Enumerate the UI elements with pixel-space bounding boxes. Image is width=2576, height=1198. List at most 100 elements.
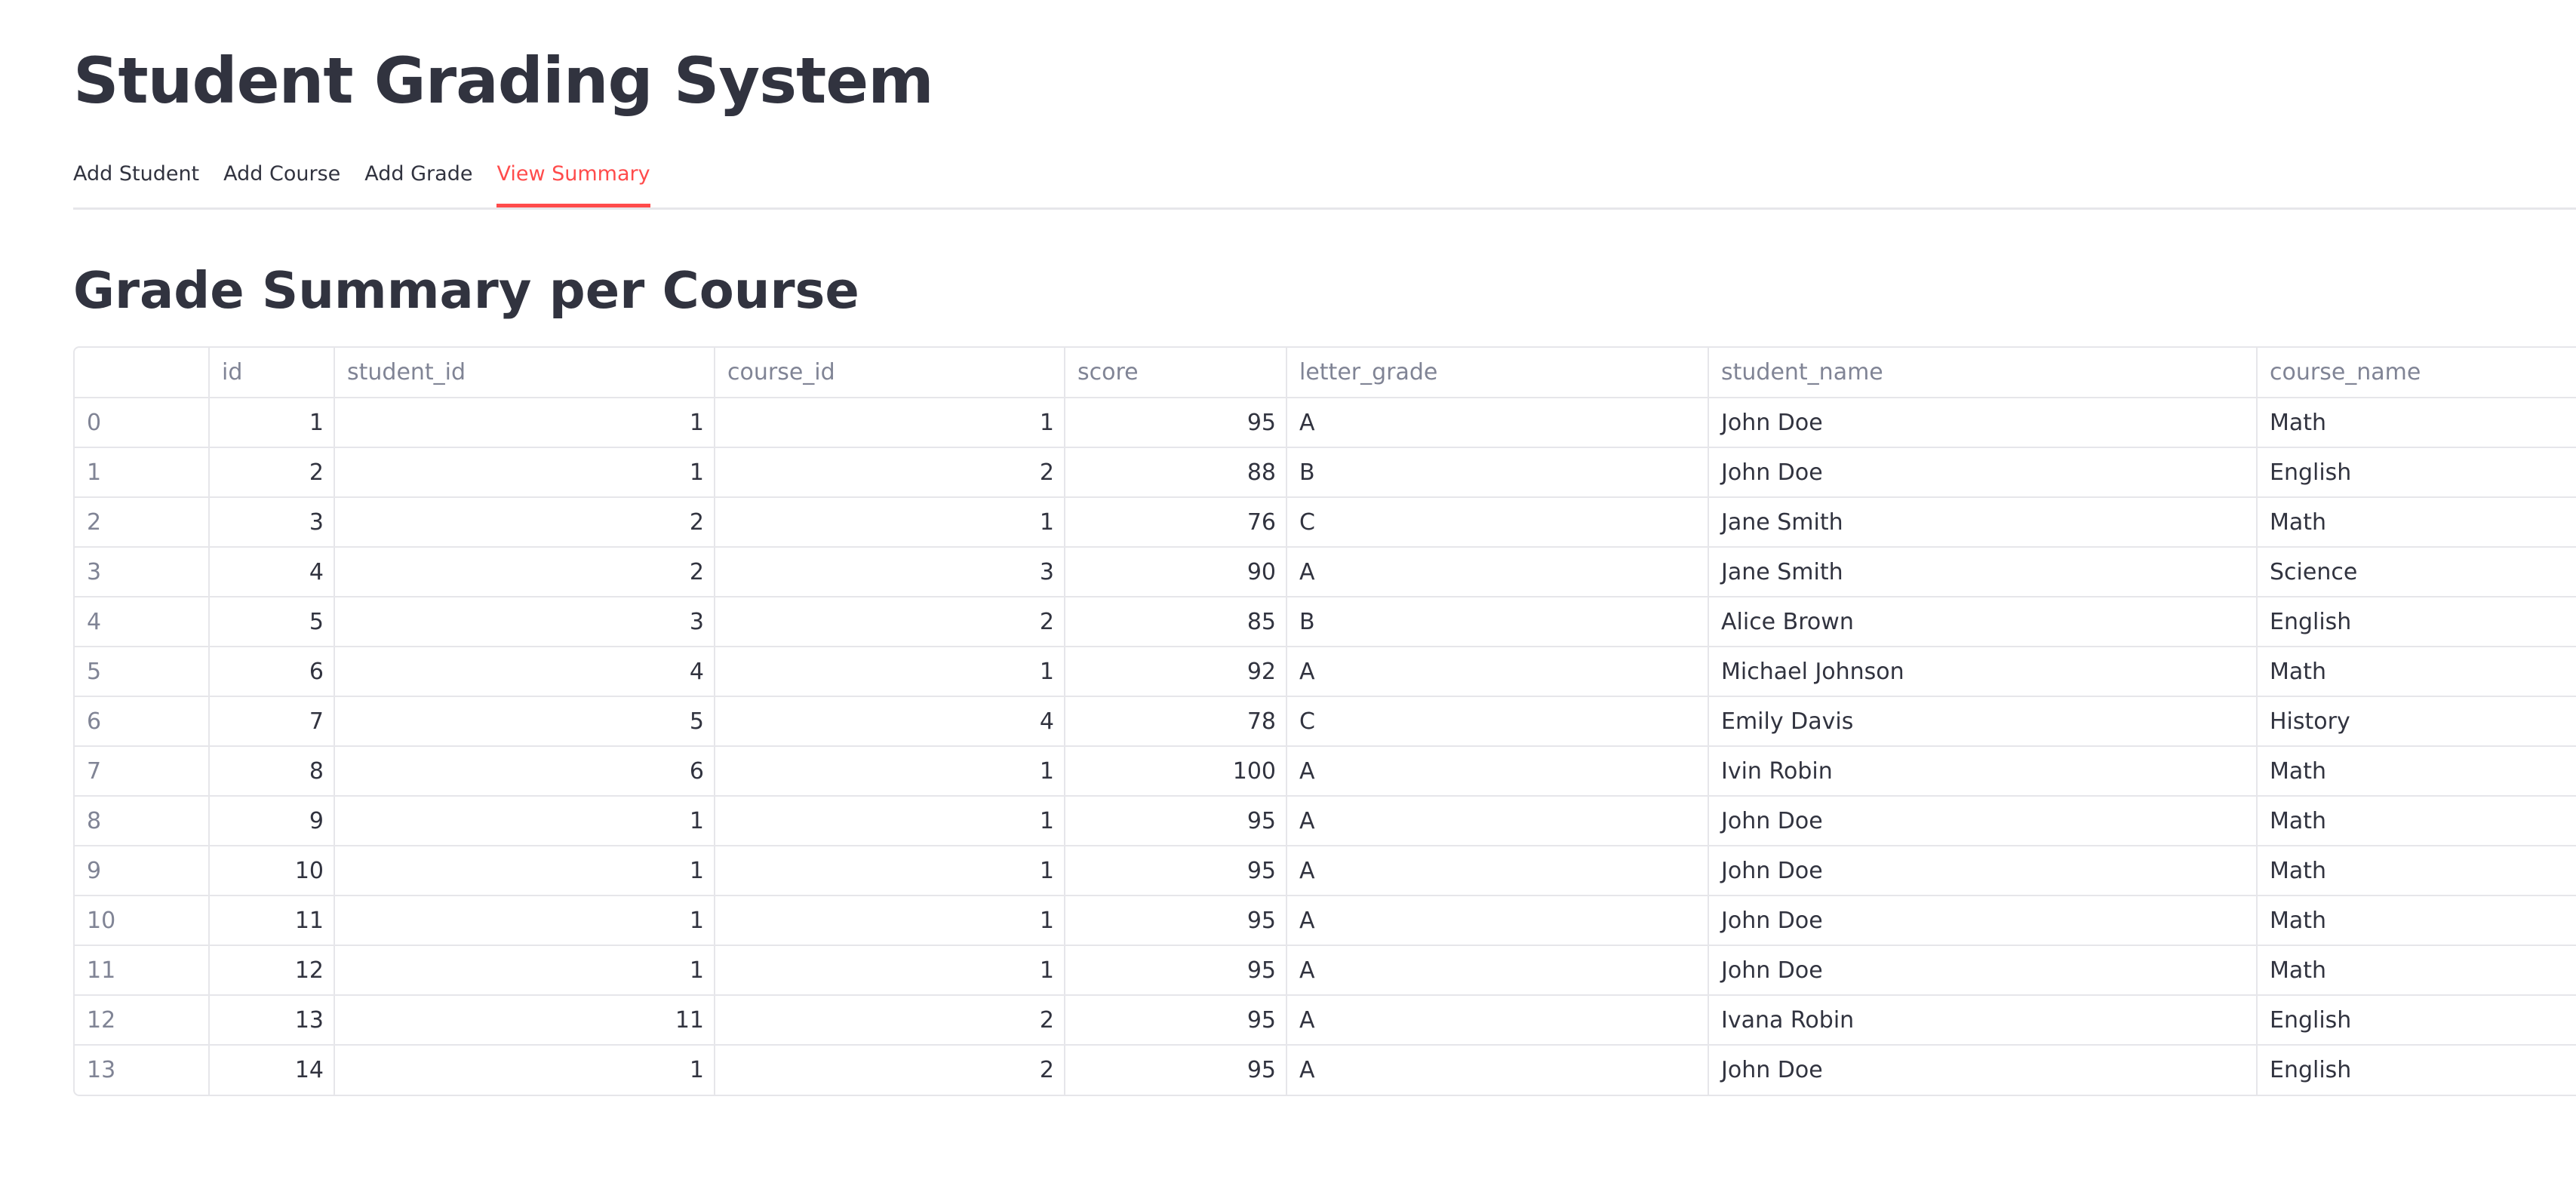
cell-course-name[interactable]: Math xyxy=(2257,647,2576,697)
cell-course-id[interactable]: 2 xyxy=(715,1045,1065,1095)
cell-letter-grade[interactable]: A xyxy=(1286,846,1709,896)
cell-course-id[interactable]: 2 xyxy=(715,447,1065,498)
cell-score[interactable]: 95 xyxy=(1065,398,1287,448)
cell-course-name[interactable]: English xyxy=(2257,597,2576,647)
cell-course-id[interactable]: 1 xyxy=(715,796,1065,846)
cell-student-id[interactable]: 2 xyxy=(334,497,715,548)
cell-letter-grade[interactable]: A xyxy=(1286,796,1709,846)
cell-student-id[interactable]: 5 xyxy=(334,696,715,747)
cell-score[interactable]: 95 xyxy=(1065,846,1287,896)
cell-student-name[interactable]: Jane Smith xyxy=(1708,497,2258,548)
cell-letter-grade[interactable]: A xyxy=(1286,746,1709,797)
cell-student-id[interactable]: 1 xyxy=(334,796,715,846)
cell-student-name[interactable]: Alice Brown xyxy=(1708,597,2258,647)
column-header-student-id[interactable]: student_id xyxy=(334,348,715,398)
cell-letter-grade[interactable]: A xyxy=(1286,547,1709,597)
cell-course-name[interactable]: Math xyxy=(2257,846,2576,896)
cell-student-name[interactable]: John Doe xyxy=(1708,796,2258,846)
cell-course-name[interactable]: Science xyxy=(2257,547,2576,597)
cell-course-id[interactable]: 2 xyxy=(715,597,1065,647)
column-header-course-name[interactable]: course_name xyxy=(2257,348,2576,398)
cell-score[interactable]: 95 xyxy=(1065,1045,1287,1095)
cell-id[interactable]: 4 xyxy=(209,547,335,597)
row-index[interactable]: 10 xyxy=(75,895,210,946)
cell-student-name[interactable]: John Doe xyxy=(1708,447,2258,498)
cell-student-name[interactable]: John Doe xyxy=(1708,846,2258,896)
cell-student-id[interactable]: 11 xyxy=(334,995,715,1046)
cell-id[interactable]: 10 xyxy=(209,846,335,896)
cell-course-name[interactable]: Math xyxy=(2257,497,2576,548)
cell-id[interactable]: 6 xyxy=(209,647,335,697)
cell-course-id[interactable]: 1 xyxy=(715,647,1065,697)
cell-course-id[interactable]: 1 xyxy=(715,846,1065,896)
column-header-id[interactable]: id xyxy=(209,348,335,398)
row-index[interactable]: 7 xyxy=(75,746,210,797)
cell-score[interactable]: 100 xyxy=(1065,746,1287,797)
cell-course-name[interactable]: English xyxy=(2257,995,2576,1046)
row-index[interactable]: 8 xyxy=(75,796,210,846)
cell-student-id[interactable]: 1 xyxy=(334,1045,715,1095)
cell-student-id[interactable]: 6 xyxy=(334,746,715,797)
cell-student-name[interactable]: Jane Smith xyxy=(1708,547,2258,597)
cell-student-name[interactable]: Ivin Robin xyxy=(1708,746,2258,797)
cell-score[interactable]: 85 xyxy=(1065,597,1287,647)
row-index[interactable]: 0 xyxy=(75,398,210,448)
cell-course-name[interactable]: Math xyxy=(2257,895,2576,946)
cell-course-name[interactable]: English xyxy=(2257,447,2576,498)
cell-id[interactable]: 7 xyxy=(209,696,335,747)
cell-letter-grade[interactable]: B xyxy=(1286,597,1709,647)
cell-score[interactable]: 95 xyxy=(1065,995,1287,1046)
row-index[interactable]: 1 xyxy=(75,447,210,498)
cell-course-name[interactable]: Math xyxy=(2257,796,2576,846)
cell-score[interactable]: 90 xyxy=(1065,547,1287,597)
cell-course-name[interactable]: Math xyxy=(2257,398,2576,448)
cell-student-id[interactable]: 1 xyxy=(334,945,715,996)
cell-course-id[interactable]: 1 xyxy=(715,895,1065,946)
cell-score[interactable]: 88 xyxy=(1065,447,1287,498)
row-index[interactable]: 4 xyxy=(75,597,210,647)
cell-student-id[interactable]: 4 xyxy=(334,647,715,697)
cell-course-id[interactable]: 1 xyxy=(715,746,1065,797)
cell-id[interactable]: 8 xyxy=(209,746,335,797)
summary-table-container[interactable]: id student_id course_id score letter_gra… xyxy=(73,346,2576,1096)
cell-letter-grade[interactable]: C xyxy=(1286,696,1709,747)
cell-id[interactable]: 14 xyxy=(209,1045,335,1095)
cell-student-name[interactable]: Michael Johnson xyxy=(1708,647,2258,697)
cell-course-id[interactable]: 4 xyxy=(715,696,1065,747)
cell-score[interactable]: 95 xyxy=(1065,945,1287,996)
column-header-letter-grade[interactable]: letter_grade xyxy=(1286,348,1709,398)
cell-course-name[interactable]: English xyxy=(2257,1045,2576,1095)
cell-letter-grade[interactable]: A xyxy=(1286,398,1709,448)
column-header-score[interactable]: score xyxy=(1065,348,1287,398)
cell-student-name[interactable]: Ivana Robin xyxy=(1708,995,2258,1046)
cell-student-name[interactable]: John Doe xyxy=(1708,945,2258,996)
cell-letter-grade[interactable]: C xyxy=(1286,497,1709,548)
row-index[interactable]: 12 xyxy=(75,995,210,1046)
cell-id[interactable]: 9 xyxy=(209,796,335,846)
cell-id[interactable]: 1 xyxy=(209,398,335,448)
cell-student-id[interactable]: 1 xyxy=(334,895,715,946)
cell-letter-grade[interactable]: A xyxy=(1286,895,1709,946)
cell-student-name[interactable]: John Doe xyxy=(1708,1045,2258,1095)
cell-id[interactable]: 5 xyxy=(209,597,335,647)
cell-course-id[interactable]: 2 xyxy=(715,995,1065,1046)
cell-score[interactable]: 92 xyxy=(1065,647,1287,697)
cell-score[interactable]: 76 xyxy=(1065,497,1287,548)
cell-letter-grade[interactable]: A xyxy=(1286,1045,1709,1095)
cell-score[interactable]: 95 xyxy=(1065,796,1287,846)
cell-id[interactable]: 13 xyxy=(209,995,335,1046)
cell-student-name[interactable]: John Doe xyxy=(1708,895,2258,946)
column-header-index[interactable] xyxy=(75,348,210,398)
cell-course-name[interactable]: History xyxy=(2257,696,2576,747)
cell-student-id[interactable]: 1 xyxy=(334,398,715,448)
cell-course-id[interactable]: 1 xyxy=(715,945,1065,996)
tab-add-student[interactable]: Add Student xyxy=(73,155,199,207)
cell-student-id[interactable]: 1 xyxy=(334,447,715,498)
row-index[interactable]: 5 xyxy=(75,647,210,697)
row-index[interactable]: 6 xyxy=(75,696,210,747)
cell-id[interactable]: 11 xyxy=(209,895,335,946)
tab-add-grade[interactable]: Add Grade xyxy=(364,155,472,207)
cell-course-id[interactable]: 3 xyxy=(715,547,1065,597)
cell-id[interactable]: 12 xyxy=(209,945,335,996)
cell-course-id[interactable]: 1 xyxy=(715,497,1065,548)
